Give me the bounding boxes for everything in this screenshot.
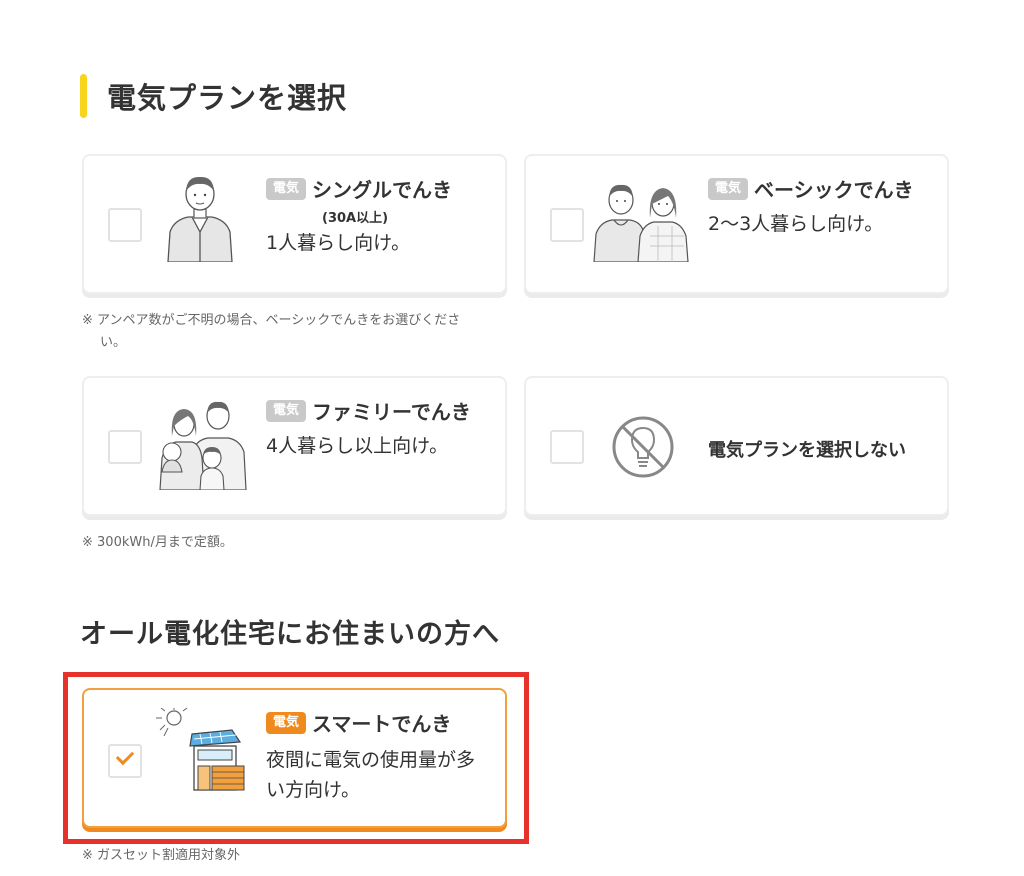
plan-name: ファミリーでんき xyxy=(312,400,471,424)
amp-note: ※ アンペア数がご不明の場合、ベーシックでんきをお選びくださ い。 xyxy=(82,313,461,350)
plan-checkbox-basic[interactable] xyxy=(550,208,584,242)
plan-card-smart[interactable]: 電気 スマートでんき 夜間に電気の使用量が多 い方向け。 xyxy=(82,688,507,828)
no-electricity-icon xyxy=(610,414,676,484)
plan-desc: 夜間に電気の使用量が多 い方向け。 xyxy=(266,749,476,801)
no-plan-label: 電気プランを選択しない xyxy=(708,440,906,461)
plan-desc: 2〜3人暮らし向け。 xyxy=(708,213,884,235)
plan-desc: 4人暮らし以上向け。 xyxy=(266,435,449,457)
gas-set-note: ※ ガスセット割適用対象外 xyxy=(82,848,241,863)
plan-badge: 電気 xyxy=(708,177,749,200)
plan-name: ベーシックでんき xyxy=(754,178,914,202)
plan-name: スマートでんき xyxy=(312,712,452,736)
plan-checkbox-single[interactable] xyxy=(108,208,142,242)
plan-info-smart: 電気 スマートでんき 夜間に電気の使用量が多 い方向け。 xyxy=(266,708,475,805)
plan-info-none: 電気プランを選択しない xyxy=(708,436,906,462)
couple-icon xyxy=(592,176,692,266)
plan-badge: 電気 xyxy=(266,177,307,200)
plan-info-basic: 電気 ベーシックでんき 2〜3人暮らし向け。 xyxy=(708,174,914,239)
page-title: 電気プランを選択 xyxy=(107,81,348,115)
single-person-icon xyxy=(164,174,236,266)
family-icon xyxy=(156,392,248,494)
plan-card-family[interactable]: 電気 ファミリーでんき 4人暮らし以上向け。 xyxy=(82,376,507,516)
smart-house-icon xyxy=(154,707,250,796)
plan-checkbox-family[interactable] xyxy=(108,430,142,464)
plan-card-single[interactable]: 電気 シングルでんき (30A以上) 1人暮らし向け。 xyxy=(82,154,507,294)
plan-checkbox-smart[interactable] xyxy=(108,744,142,778)
plan-checkbox-none[interactable] xyxy=(550,430,584,464)
plan-info-single: 電気 シングルでんき (30A以上) 1人暮らし向け。 xyxy=(266,174,452,258)
plan-info-family: 電気 ファミリーでんき 4人暮らし以上向け。 xyxy=(266,396,471,461)
check-icon xyxy=(115,746,135,766)
plan-card-basic[interactable]: 電気 ベーシックでんき 2〜3人暮らし向け。 xyxy=(524,154,949,294)
flat-rate-note: ※ 300kWh/月まで定額。 xyxy=(82,535,233,550)
plan-name: シングルでんき xyxy=(312,178,453,202)
title-accent-bar xyxy=(80,74,87,118)
all-electric-heading: オール電化住宅にお住まいの方へ xyxy=(80,619,500,650)
plan-badge: 電気 xyxy=(266,399,307,422)
plan-sub: (30A以上) xyxy=(322,211,389,226)
section-title: 電気プランを選択 xyxy=(80,74,347,118)
plan-badge: 電気 xyxy=(266,711,307,734)
plan-desc: 1人暮らし向け。 xyxy=(266,232,411,254)
plan-card-none[interactable]: 電気プランを選択しない xyxy=(524,376,949,516)
